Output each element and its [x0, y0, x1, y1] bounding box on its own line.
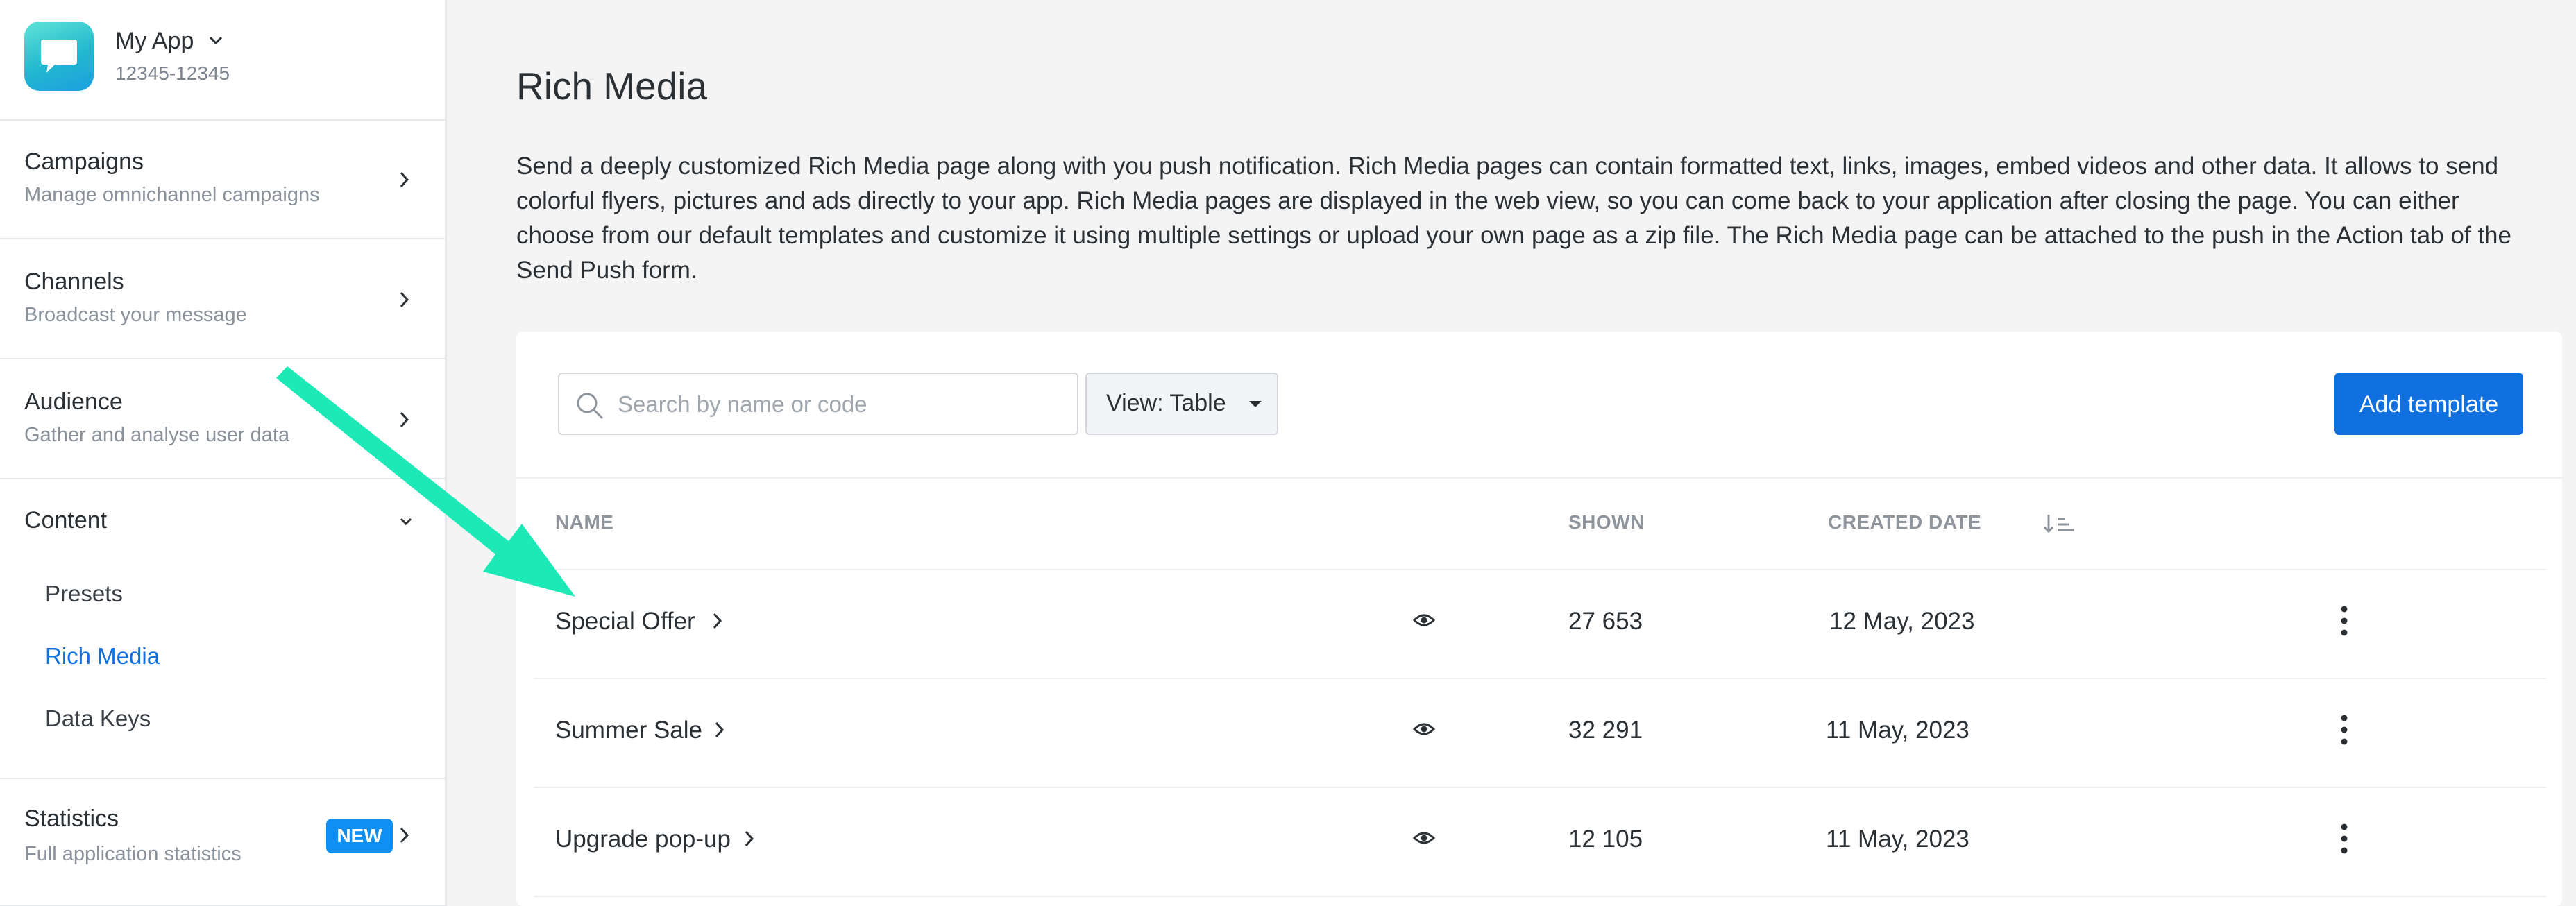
chevron-right-icon[interactable] [711, 610, 724, 631]
template-name[interactable]: Special Offer [555, 608, 695, 635]
app-name[interactable]: My App [115, 28, 194, 55]
nav-title: Statistics [24, 805, 119, 832]
nav-audience[interactable]: Audience Gather and analyse user data [0, 359, 445, 479]
more-options-icon[interactable] [2340, 714, 2348, 746]
nav-subtitle: Broadcast your message [24, 304, 247, 326]
main-content: Rich Media Send a deeply customized Rich… [447, 0, 2576, 906]
chevron-right-icon[interactable] [743, 828, 756, 849]
row-divider [534, 569, 2546, 570]
nav-item-presets[interactable]: Presets [45, 581, 123, 607]
row-divider [534, 896, 2546, 897]
view-select[interactable]: View: Table [1085, 373, 1278, 435]
caret-down-icon [1249, 401, 1262, 407]
sidebar: My App 12345-12345 Campaigns Manage omni… [0, 0, 447, 906]
chevron-right-icon[interactable] [713, 719, 727, 740]
page-description: Send a deeply customized Rich Media page… [516, 153, 2511, 284]
nav-item-data-keys[interactable]: Data Keys [45, 706, 151, 732]
shown-count: 12 105 [1568, 826, 1643, 853]
shown-count: 27 653 [1568, 608, 1643, 635]
column-header-name[interactable]: NAME [555, 511, 613, 533]
template-name[interactable]: Summer Sale [555, 717, 702, 744]
template-name[interactable]: Upgrade pop-up [555, 826, 731, 853]
divider [516, 477, 2562, 479]
nav-campaigns[interactable]: Campaigns Manage omnichannel campaigns [0, 119, 445, 239]
chevron-right-icon [400, 827, 409, 844]
nav-title: Audience [24, 388, 123, 415]
created-date: 11 May, 2023 [1826, 826, 1969, 853]
search-input[interactable] [616, 375, 1063, 434]
app-logo [24, 22, 94, 91]
nav-channels[interactable]: Channels Broadcast your message [0, 239, 445, 359]
row-divider [534, 678, 2546, 679]
nav-title: Channels [24, 268, 124, 295]
search-icon [577, 393, 604, 420]
chevron-right-icon [400, 411, 409, 428]
chat-bubble-icon [41, 40, 77, 73]
column-header-created-date[interactable]: CREATED DATE [1828, 511, 1981, 533]
page-title: Rich Media [516, 65, 708, 108]
chevron-down-icon[interactable] [397, 513, 415, 531]
search-box[interactable] [558, 373, 1078, 435]
created-date: 12 May, 2023 [1829, 608, 1975, 635]
nav-subtitle: Full application statistics [24, 843, 242, 865]
templates-panel: View: Table Add template NAME SHOWN CREA… [516, 332, 2562, 906]
sort-descending-icon[interactable] [2043, 513, 2079, 534]
chevron-right-icon [400, 291, 409, 308]
app-switcher[interactable]: My App 12345-12345 [0, 0, 445, 121]
eye-icon[interactable] [1413, 612, 1435, 629]
shown-count: 32 291 [1568, 717, 1643, 744]
eye-icon[interactable] [1413, 830, 1435, 846]
nav-subtitle: Manage omnichannel campaigns [24, 184, 320, 206]
column-header-shown[interactable]: SHOWN [1568, 511, 1645, 533]
view-select-label: View: Table [1106, 390, 1226, 416]
app-id: 12345-12345 [115, 62, 230, 84]
more-options-icon[interactable] [2340, 823, 2348, 855]
created-date: 11 May, 2023 [1826, 717, 1969, 744]
nav-subtitle: Gather and analyse user data [24, 424, 290, 446]
chevron-down-icon[interactable] [207, 33, 225, 47]
row-divider [534, 787, 2546, 788]
more-options-icon[interactable] [2340, 605, 2348, 637]
nav-title[interactable]: Content [24, 507, 107, 534]
new-badge: NEW [326, 819, 393, 853]
nav-content: Content Presets Rich Media Data Keys [0, 479, 445, 779]
nav-item-rich-media[interactable]: Rich Media [45, 643, 160, 669]
nav-title: Campaigns [24, 148, 144, 175]
chevron-right-icon [400, 171, 409, 188]
add-template-button[interactable]: Add template [2334, 373, 2523, 435]
eye-icon[interactable] [1413, 721, 1435, 737]
